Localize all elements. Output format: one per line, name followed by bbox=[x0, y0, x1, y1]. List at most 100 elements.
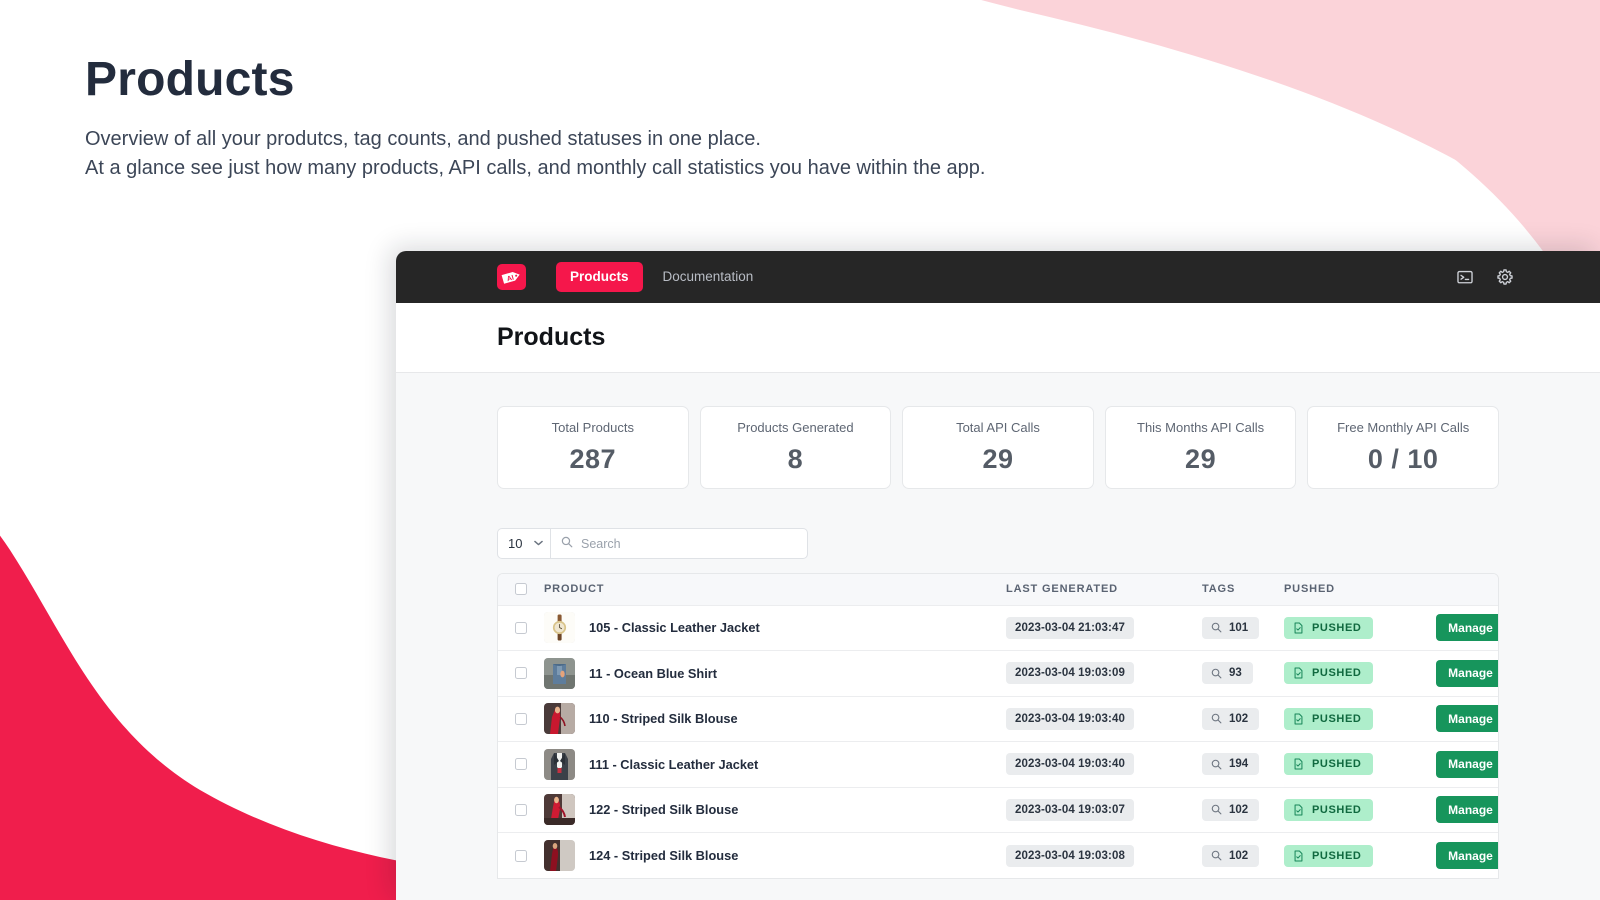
stat-value: 29 bbox=[982, 444, 1014, 474]
status-badge: PUSHED bbox=[1284, 753, 1374, 776]
table-row[interactable]: 124 - Striped Silk Blouse 2023-03-04 19:… bbox=[498, 832, 1498, 879]
manage-button[interactable]: Manage bbox=[1436, 750, 1498, 778]
stat-card-total-api-calls: Total API Calls 29 bbox=[902, 406, 1094, 489]
table-row[interactable]: 122 - Striped Silk Blouse 2023-03-04 19:… bbox=[498, 787, 1498, 833]
app-logo[interactable]: AI bbox=[497, 264, 526, 290]
column-header-last-generated[interactable]: LAST GENERATED bbox=[1006, 574, 1202, 605]
search-icon bbox=[1211, 850, 1222, 861]
document-check-icon bbox=[1293, 804, 1304, 816]
terminal-icon[interactable] bbox=[1456, 268, 1474, 286]
row-checkbox[interactable] bbox=[515, 621, 527, 634]
search-input[interactable]: Search bbox=[550, 528, 808, 559]
manage-button[interactable]: Manage bbox=[1436, 796, 1498, 824]
manage-button[interactable]: Manage bbox=[1436, 705, 1498, 733]
row-checkbox[interactable] bbox=[515, 758, 527, 771]
product-thumbnail bbox=[544, 840, 575, 871]
app-page-title: Products bbox=[497, 323, 606, 351]
table-row[interactable]: 111 - Classic Leather Jacket 2023-03-04 … bbox=[498, 741, 1498, 788]
document-check-icon bbox=[1293, 758, 1304, 770]
product-thumbnail bbox=[544, 657, 575, 689]
table-row[interactable]: 105 - Classic Leather Jacket 2023-03-04 … bbox=[498, 605, 1498, 651]
products-table: PRODUCT LAST GENERATED TAGS PUSHED 105 -… bbox=[497, 573, 1499, 879]
document-check-icon bbox=[1293, 850, 1304, 862]
tags-count: 101 bbox=[1229, 621, 1249, 634]
product-name: 124 - Striped Silk Blouse bbox=[589, 848, 739, 863]
table-header-row: PRODUCT LAST GENERATED TAGS PUSHED bbox=[498, 574, 1498, 605]
stat-label: Free Monthly API Calls bbox=[1337, 420, 1470, 435]
row-checkbox[interactable] bbox=[515, 712, 527, 725]
chevron-down-icon bbox=[534, 539, 543, 549]
stat-value: 0 / 10 bbox=[1367, 444, 1439, 474]
stat-card-products-generated: Products Generated 8 bbox=[699, 406, 892, 489]
tags-badge: 102 bbox=[1202, 844, 1260, 867]
hero-subtitle: Overview of all your produtcs, tag count… bbox=[85, 125, 985, 182]
status-label: PUSHED bbox=[1312, 621, 1362, 634]
search-icon bbox=[1211, 804, 1222, 815]
status-badge: PUSHED bbox=[1284, 844, 1374, 867]
status-badge: PUSHED bbox=[1284, 662, 1374, 685]
stat-value: 8 bbox=[787, 444, 804, 474]
hero-subtitle-line-1: Overview of all your produtcs, tag count… bbox=[85, 128, 761, 151]
tags-badge: 102 bbox=[1202, 707, 1260, 730]
product-name: 105 - Classic Leather Jacket bbox=[589, 620, 760, 636]
stat-label: This Months API Calls bbox=[1137, 420, 1265, 435]
search-icon bbox=[1211, 622, 1222, 633]
hero-subtitle-line-2: At a glance see just how many products, … bbox=[85, 156, 986, 179]
last-generated-value: 2023-03-04 19:03:08 bbox=[1006, 844, 1134, 867]
status-badge: PUSHED bbox=[1284, 616, 1374, 639]
document-check-icon bbox=[1293, 713, 1304, 725]
nav-item-products[interactable]: Products bbox=[556, 262, 643, 292]
document-check-icon bbox=[1293, 667, 1304, 679]
stats-row: Total Products 287 Products Generated 8 … bbox=[497, 406, 1499, 489]
nav-right-actions bbox=[1456, 251, 1514, 303]
gear-icon[interactable] bbox=[1496, 268, 1514, 286]
search-icon bbox=[1211, 668, 1222, 679]
document-check-icon bbox=[1293, 622, 1304, 634]
search-placeholder: Search bbox=[581, 536, 621, 551]
row-checkbox[interactable] bbox=[515, 849, 527, 862]
app-page-header: Products bbox=[396, 303, 1600, 373]
manage-button[interactable]: Manage bbox=[1436, 659, 1498, 687]
table-toolbar: 10 Search bbox=[497, 528, 1499, 559]
last-generated-value: 2023-03-04 21:03:47 bbox=[1006, 616, 1134, 639]
search-icon bbox=[561, 535, 573, 553]
ai-tag-icon: AI bbox=[501, 271, 520, 284]
status-badge: PUSHED bbox=[1284, 798, 1374, 821]
search-icon bbox=[1211, 759, 1222, 770]
status-label: PUSHED bbox=[1312, 849, 1362, 862]
page-length-select[interactable]: 10 bbox=[497, 528, 550, 559]
status-label: PUSHED bbox=[1312, 667, 1362, 680]
product-name: 111 - Classic Leather Jacket bbox=[589, 756, 759, 772]
tags-count: 93 bbox=[1229, 667, 1242, 680]
table-row[interactable]: 11 - Ocean Blue Shirt 2023-03-04 19:03:0… bbox=[498, 650, 1498, 697]
tags-badge: 194 bbox=[1202, 753, 1260, 776]
nav-item-documentation[interactable]: Documentation bbox=[651, 262, 766, 292]
status-badge: PUSHED bbox=[1284, 707, 1374, 730]
status-label: PUSHED bbox=[1312, 758, 1362, 771]
row-checkbox[interactable] bbox=[515, 803, 527, 816]
page-length-value: 10 bbox=[508, 536, 523, 551]
app-navbar: AI Products Documentation bbox=[396, 251, 1600, 303]
last-generated-value: 2023-03-04 19:03:09 bbox=[1006, 662, 1134, 685]
stat-label: Products Generated bbox=[737, 420, 854, 435]
last-generated-value: 2023-03-04 19:03:40 bbox=[1006, 753, 1134, 776]
stat-value: 287 bbox=[569, 444, 617, 474]
manage-button[interactable]: Manage bbox=[1436, 614, 1498, 642]
column-header-tags[interactable]: TAGS bbox=[1202, 574, 1284, 605]
select-all-checkbox[interactable] bbox=[515, 583, 527, 596]
product-name: 11 - Ocean Blue Shirt bbox=[589, 665, 718, 681]
column-header-pushed[interactable]: PUSHED bbox=[1284, 574, 1436, 605]
page-title: Products bbox=[85, 53, 295, 106]
stat-label: Total API Calls bbox=[956, 420, 1040, 435]
stat-label: Total Products bbox=[551, 420, 634, 435]
status-label: PUSHED bbox=[1312, 712, 1362, 725]
app-window: AI Products Documentation Products Total… bbox=[396, 251, 1600, 900]
table-row[interactable]: 110 - Striped Silk Blouse 2023-03-04 19:… bbox=[498, 696, 1498, 742]
tags-badge: 102 bbox=[1202, 798, 1260, 821]
column-header-product[interactable]: PRODUCT bbox=[544, 574, 1006, 605]
last-generated-value: 2023-03-04 19:03:07 bbox=[1006, 798, 1134, 821]
stat-card-total-products: Total Products 287 bbox=[497, 406, 689, 489]
row-checkbox[interactable] bbox=[515, 667, 527, 680]
manage-button[interactable]: Manage bbox=[1436, 842, 1498, 869]
table-body: 105 - Classic Leather Jacket 2023-03-04 … bbox=[498, 605, 1498, 878]
